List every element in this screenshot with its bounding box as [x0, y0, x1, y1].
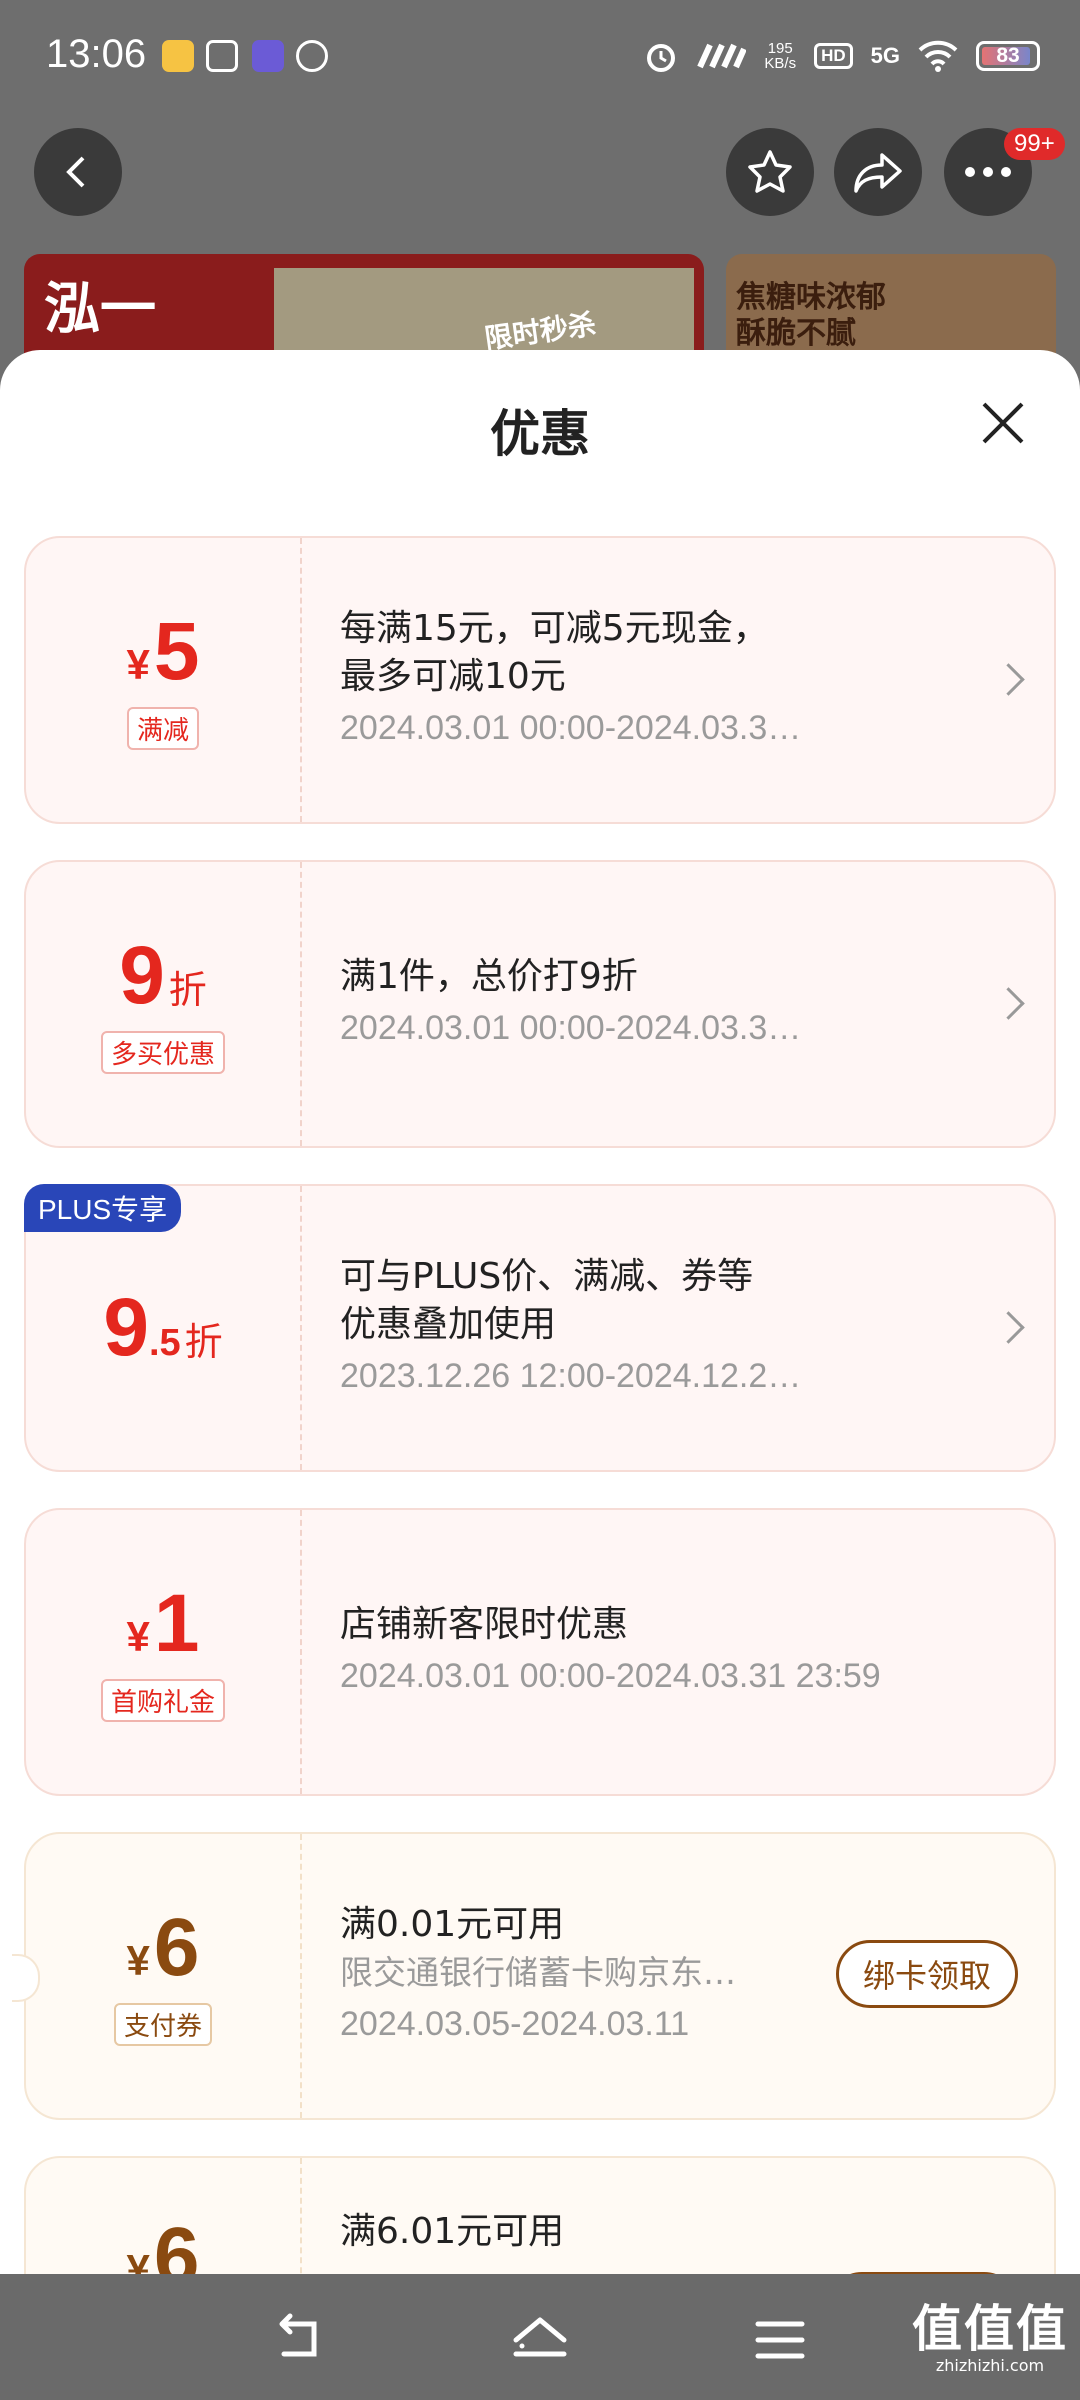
wifi-icon [918, 40, 958, 72]
coupon-amount: ¥ 5 [126, 605, 200, 697]
watermark-site: zhizhizhi.com [935, 2356, 1045, 2375]
share-icon [854, 153, 902, 193]
product-banner: 泓一 限时秒杀 [24, 254, 704, 364]
coupon-desc-line-1: 满6.01元可用 [340, 2211, 565, 2252]
coupon-date-range: 2024.03.01 00:00-2024.03.3… [340, 709, 802, 747]
coupon-date-range: 2024.03.05-2024.03.11 [340, 2005, 690, 2043]
amount-unit: 折 [168, 967, 207, 1012]
coupon-type-tag: 首购礼金 [100, 1678, 225, 1722]
chevron-right-icon [992, 663, 1025, 696]
menu-nav-icon[interactable] [750, 2310, 810, 2370]
coupon-desc-line-1: 满1件，总价打9折 [340, 956, 638, 997]
coupon-date-range: 2024.03.01 00:00-2024.03.3… [340, 1009, 802, 1047]
back-button[interactable] [34, 128, 122, 216]
amount-value: 9 [119, 929, 165, 1021]
amount-value: 1 [153, 1577, 200, 1669]
currency-symbol: ¥ [126, 1612, 150, 1660]
coupon-desc-line-1: 每满15元，可减5元现金， [340, 608, 769, 649]
amount-value: 9 [103, 1282, 149, 1373]
message-count-badge: 99+ [1004, 128, 1065, 160]
watermark-text: 值值值 [912, 2300, 1068, 2358]
favorite-button[interactable] [726, 128, 814, 216]
coupon-desc-line-1: 满0.01元可用 [340, 1904, 565, 1945]
thumb-text-line-2: 酥脆不腻 [736, 316, 856, 351]
coupon-date-range: 2023.12.26 12:00-2024.12.2… [340, 1357, 802, 1395]
brand-logo: 泓一 [44, 277, 156, 342]
currency-symbol: ¥ [126, 640, 150, 688]
net-speed-value: 195 [767, 40, 793, 57]
discount-sheet: 优惠 ¥ 5 满减 每满15元，可减5元现金， 最多可减10元 2024.03.… [0, 350, 1080, 2274]
back-icon [66, 156, 85, 188]
system-navigation-bar: 值值值 zhizhizhi.com [0, 2274, 1080, 2400]
thumb-text-line-1: 焦糖味浓郁 [736, 280, 886, 315]
coupon-card-plus[interactable]: PLUS专享 9 .5 折 可与PLUS价、满减、券等 优惠叠加使用 2023.… [24, 1184, 1056, 1472]
product-thumbnail: 焦糖味浓郁 酥脆不腻 [726, 254, 1056, 364]
coupon-card[interactable]: ¥ 5 满减 每满15元，可减5元现金， 最多可减10元 2024.03.01 … [24, 536, 1056, 824]
amount-decimal: .5 [148, 1322, 181, 1364]
data-saver-icon [697, 43, 747, 69]
sheet-title: 优惠 [490, 405, 590, 463]
currency-symbol: ¥ [126, 1936, 150, 1984]
coupon-amount: 9 折 [119, 929, 207, 1021]
more-dots-icon [965, 167, 1011, 177]
coupon-amount: ¥ 6 [126, 1901, 200, 1993]
net-speed-unit: KB/s [764, 55, 797, 72]
coupon-amount: 9 .5 折 [103, 1287, 222, 1369]
amount-unit: 折 [184, 1320, 223, 1364]
payment-coupon-card: ¥ 6 支付券 满0.01元可用 限交通银行储蓄卡购京东… 2024.03.05… [12, 1832, 1056, 2120]
share-button[interactable] [834, 128, 922, 216]
chevron-right-icon [992, 987, 1025, 1020]
home-nav-icon[interactable] [510, 2310, 570, 2370]
sticker-notification-icon [252, 40, 284, 72]
network-speed: 195 KB/s [764, 41, 796, 71]
coupon-desc-line-1: 可与PLUS价、满减、券等 [340, 1256, 754, 1297]
back-nav-icon[interactable] [270, 2310, 330, 2370]
video-notification-icon [296, 40, 328, 72]
coupon-amount: ¥ 1 [126, 1577, 200, 1669]
coupon-date-range: 2024.03.01 00:00-2024.03.31 23:59 [340, 1657, 881, 1695]
coupon-desc-line-2: 优惠叠加使用 [340, 1304, 557, 1345]
app-notification-icon [162, 40, 194, 72]
amount-value: 5 [153, 605, 200, 697]
chevron-right-icon [992, 1311, 1025, 1344]
battery-icon: 83 [976, 41, 1040, 71]
coupon-card[interactable]: 9 折 多买优惠 满1件，总价打9折 2024.03.01 00:00-2024… [24, 860, 1056, 1148]
close-icon[interactable] [978, 398, 1028, 448]
amount-value: 6 [153, 1901, 200, 1993]
currency-symbol: ¥ [126, 2246, 150, 2275]
coupon-restriction: 限交通银行储蓄卡购京东… [340, 1953, 736, 1992]
signal-5g-icon: 5G [870, 43, 900, 68]
star-icon [748, 150, 792, 193]
coupon-type-tag: 多买优惠 [100, 1030, 225, 1074]
watermark: 值值值 zhizhizhi.com [912, 2302, 1068, 2376]
coupon-card[interactable]: ¥ 1 首购礼金 店铺新客限时优惠 2024.03.01 00:00-2024.… [24, 1508, 1056, 1796]
coupon-amount: ¥ 6 [126, 2211, 200, 2275]
gallery-notification-icon [206, 40, 238, 72]
amount-value: 6 [153, 2211, 200, 2275]
coupon-type-tag: 满减 [126, 706, 199, 750]
bind-card-claim-button[interactable]: 绑卡领取 [835, 1940, 1018, 2008]
coupon-desc-line-1: 店铺新客限时优惠 [340, 1604, 629, 1645]
coupon-type-tag: 支付券 [113, 2002, 212, 2046]
battery-level: 83 [996, 44, 1020, 67]
status-time: 13:06 [46, 32, 147, 76]
payment-coupon-card: ¥ 6 满6.01元可用 [24, 2156, 1056, 2274]
hd-voice-icon: HD [814, 43, 853, 69]
coupon-desc-line-2: 最多可减10元 [340, 656, 566, 697]
status-bar: 13:06 195 KB/s HD 5G 83 [0, 0, 1080, 120]
alarm-icon [647, 44, 676, 72]
